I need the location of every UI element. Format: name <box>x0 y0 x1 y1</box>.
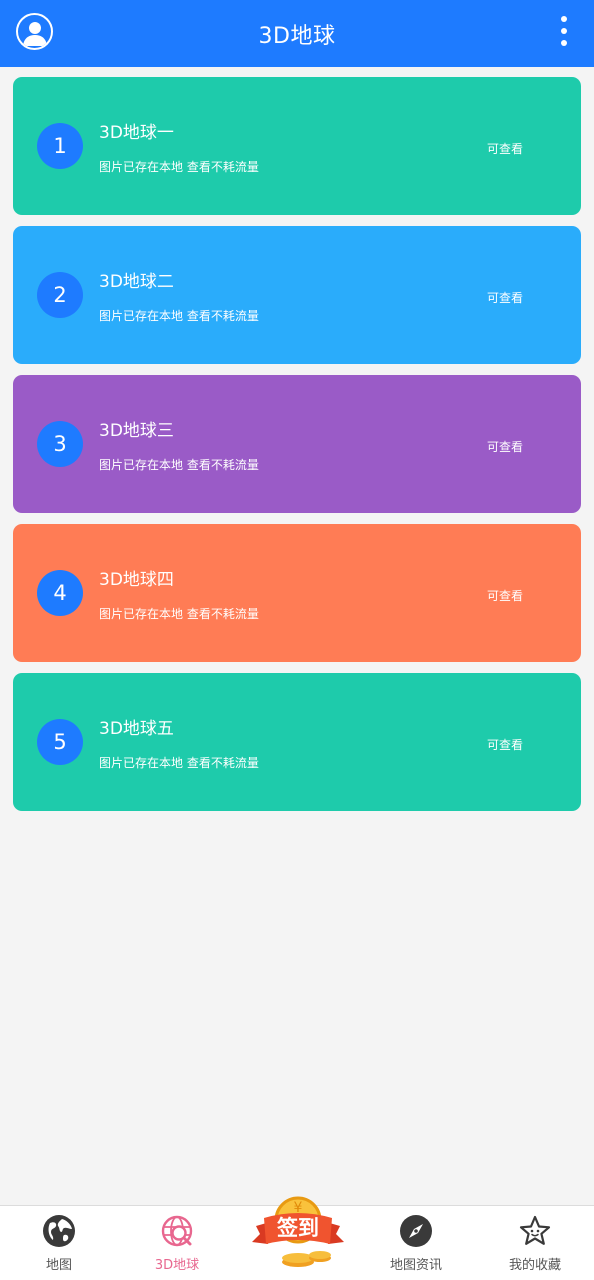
card-title: 3D地球二 <box>99 272 174 292</box>
card-number-badge: 4 <box>37 570 83 616</box>
card-number-badge: 5 <box>37 719 83 765</box>
page-title: 3D地球 <box>258 23 336 49</box>
tab-3d-globe[interactable]: 3D地球 <box>118 1206 236 1280</box>
card-description: 图片已存在本地 查看不耗流量 <box>99 756 259 770</box>
card-description: 图片已存在本地 查看不耗流量 <box>99 607 259 621</box>
globe-icon <box>41 1213 77 1249</box>
star-icon <box>517 1213 553 1249</box>
compass-icon <box>398 1213 434 1249</box>
checkin-button[interactable]: ¥ 签到 <box>248 1192 348 1274</box>
card-status: 可查看 <box>487 440 524 454</box>
tab-label: 地图资讯 <box>389 1258 442 1273</box>
card-number-badge: 3 <box>37 421 83 467</box>
top-bar: 3D地球 <box>0 0 594 67</box>
globe-card-3[interactable]: 3 3D地球三 图片已存在本地 查看不耗流量 可查看 <box>13 375 581 513</box>
globe-search-icon <box>159 1213 195 1249</box>
card-status: 可查看 <box>487 142 524 156</box>
tab-map[interactable]: 地图 <box>0 1206 118 1280</box>
card-title: 3D地球四 <box>99 570 174 590</box>
checkin-label: 签到 <box>276 1216 319 1240</box>
globe-card-2[interactable]: 2 3D地球二 图片已存在本地 查看不耗流量 可查看 <box>13 226 581 364</box>
card-number-badge: 2 <box>37 272 83 318</box>
globe-card-4[interactable]: 4 3D地球四 图片已存在本地 查看不耗流量 可查看 <box>13 524 581 662</box>
more-menu-button[interactable] <box>554 15 574 47</box>
tab-label: 地图 <box>45 1258 72 1273</box>
card-status: 可查看 <box>487 589 524 603</box>
card-number-badge: 1 <box>37 123 83 169</box>
tab-label: 3D地球 <box>154 1258 200 1273</box>
tab-label: 我的收藏 <box>508 1258 561 1273</box>
user-avatar-button[interactable] <box>16 13 53 50</box>
checkin-badge-icon: ¥ 签到 <box>252 1196 344 1267</box>
globe-card-5[interactable]: 5 3D地球五 图片已存在本地 查看不耗流量 可查看 <box>13 673 581 811</box>
card-description: 图片已存在本地 查看不耗流量 <box>99 309 259 323</box>
card-description: 图片已存在本地 查看不耗流量 <box>99 160 259 174</box>
globe-list: 1 3D地球一 图片已存在本地 查看不耗流量 可查看 2 3D地球二 图片已存在… <box>13 77 581 822</box>
user-icon <box>22 21 47 46</box>
card-title: 3D地球一 <box>99 123 174 143</box>
app-root: 3D地球 1 3D地球一 图片已存在本地 查看不耗流量 可查看 2 3D地球二 … <box>0 0 594 1280</box>
card-title: 3D地球五 <box>99 719 174 739</box>
card-status: 可查看 <box>487 738 524 752</box>
tab-favorites[interactable]: 我的收藏 <box>476 1206 594 1280</box>
tab-map-news[interactable]: 地图资讯 <box>357 1206 475 1280</box>
more-vertical-icon <box>561 16 567 22</box>
card-title: 3D地球三 <box>99 421 174 441</box>
card-status: 可查看 <box>487 291 524 305</box>
globe-card-1[interactable]: 1 3D地球一 图片已存在本地 查看不耗流量 可查看 <box>13 77 581 215</box>
card-description: 图片已存在本地 查看不耗流量 <box>99 458 259 472</box>
